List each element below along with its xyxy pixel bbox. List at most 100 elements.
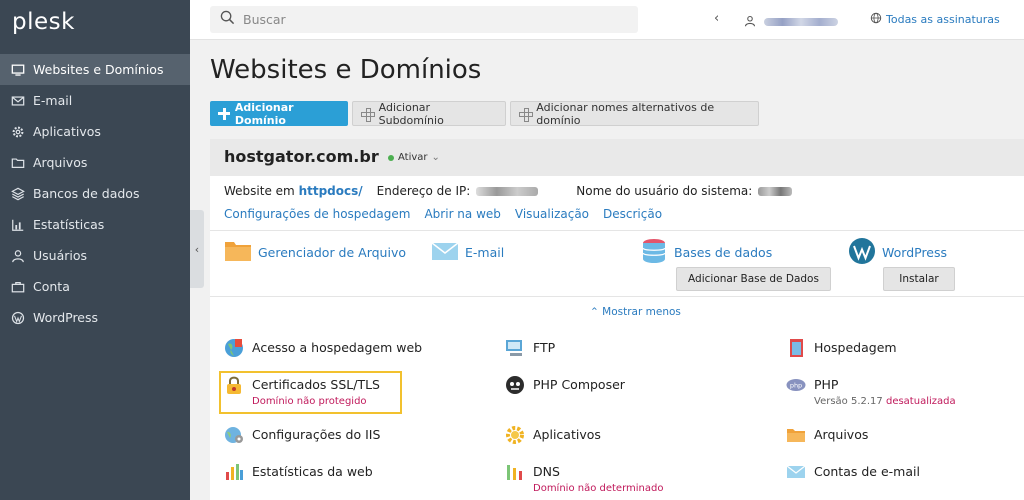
redacted-ip (476, 187, 539, 196)
iis-label: Configurações do IIS (252, 427, 381, 442)
server-icon (786, 338, 814, 362)
iis-item[interactable]: Configurações do IIS (224, 425, 380, 449)
applications-item[interactable]: Aplicativos (505, 425, 601, 449)
add-database-button[interactable]: Adicionar Base de Dados (676, 267, 831, 291)
databases-label: Bases de dados (674, 245, 773, 260)
sidebar-item-account[interactable]: Conta (0, 271, 190, 302)
gear-icon (505, 425, 533, 449)
search-input[interactable] (243, 12, 603, 27)
briefcase-icon (10, 279, 26, 295)
dns-item[interactable]: DNS Domínio não determinado (505, 462, 663, 494)
ftp-label: FTP (533, 340, 556, 355)
hosting-settings-link[interactable]: Configurações de hospedagem (224, 207, 410, 221)
sidebar-item-users[interactable]: Usuários (0, 240, 190, 271)
search-box (210, 6, 638, 33)
domain-header: hostgator.com.br Ativar ⌄ (210, 139, 1024, 176)
database-icon (640, 237, 674, 268)
divider (210, 230, 1024, 231)
add-alias-button[interactable]: Adicionar nomes alternativos de domínio (510, 101, 759, 127)
collapse-sidebar-handle[interactable]: ‹ (190, 210, 204, 288)
php-item[interactable]: php PHP Versão 5.2.17 desatualizada (786, 375, 956, 407)
folder-icon (224, 237, 258, 268)
domain-status-dropdown[interactable]: Ativar ⌄ (388, 152, 440, 163)
plesk-logo[interactable]: plesk (12, 9, 75, 35)
web-stats-label: Estatísticas da web (252, 464, 373, 479)
sidebar-item-statistics[interactable]: Estatísticas (0, 209, 190, 240)
sidebar-item-label: Estatísticas (33, 217, 105, 232)
chevron-down-icon: ⌄ (431, 152, 440, 163)
file-manager-label: Gerenciador de Arquivo (258, 245, 406, 260)
email-label: E-mail (465, 245, 505, 260)
search-icon (220, 10, 235, 29)
user-icon (10, 248, 26, 264)
envelope-icon (786, 462, 814, 486)
add-domain-label: Adicionar Domínio (234, 100, 294, 127)
globe-icon (870, 12, 886, 27)
sidebar-item-label: Arquivos (33, 155, 88, 170)
chevron-up-icon: ⌃ (590, 306, 599, 318)
add-subdomain-button[interactable]: Adicionar Subdomínio (352, 100, 506, 127)
wordpress-icon (848, 237, 882, 268)
sidebar-item-wordpress[interactable]: WordPress (0, 302, 190, 333)
sidebar-item-label: Bancos de dados (33, 186, 140, 201)
mail-accounts-label: Contas de e-mail (814, 464, 920, 479)
show-less-link[interactable]: ⌃ Mostrar menos (590, 306, 681, 318)
sidebar-item-apps[interactable]: Aplicativos (0, 116, 190, 147)
mail-accounts-item[interactable]: Contas de e-mail (786, 462, 920, 486)
ftp-item[interactable]: FTP (505, 338, 555, 362)
domain-info-row: Website em httpdocs/ Endereço de IP: Nom… (224, 184, 793, 198)
web-access-item[interactable]: Acesso a hospedagem web (224, 338, 422, 362)
back-chevron-icon[interactable]: ‹ (714, 11, 719, 26)
plus-icon (361, 107, 375, 122)
dns-status: Domínio não determinado (533, 483, 664, 494)
applications-label: Aplicativos (533, 427, 601, 442)
domain-links: Configurações de hospedagem Abrir na web… (224, 207, 662, 221)
chevron-left-icon: ‹ (194, 242, 200, 256)
website-folder-link[interactable]: httpdocs/ (299, 184, 363, 198)
domain-status-label: Ativar (398, 152, 428, 163)
web-access-label: Acesso a hospedagem web (252, 340, 423, 355)
subscriptions-label: Todas as assinaturas (886, 13, 1000, 26)
description-link[interactable]: Descrição (603, 207, 662, 221)
add-domain-button[interactable]: Adicionar Domínio (210, 100, 348, 127)
sidebar-item-label: WordPress (33, 310, 99, 325)
bar-chart-icon (10, 217, 26, 233)
sidebar-item-files[interactable]: Arquivos (0, 147, 190, 178)
show-less-label: Mostrar menos (602, 306, 681, 318)
sidebar-item-email[interactable]: E-mail (0, 85, 190, 116)
folder-icon (786, 425, 814, 449)
envelope-icon (431, 237, 465, 268)
files-item[interactable]: Arquivos (786, 425, 868, 449)
file-manager-link[interactable]: Gerenciador de Arquivo (224, 237, 406, 268)
page-title: Websites e Domínios (210, 55, 482, 85)
sidebar-item-databases[interactable]: Bancos de dados (0, 178, 190, 209)
web-stats-item[interactable]: Estatísticas da web (224, 462, 373, 486)
email-link[interactable]: E-mail (431, 237, 504, 268)
wordpress-link[interactable]: WordPress (848, 237, 947, 268)
ssl-highlight-box (219, 371, 402, 414)
sysuser-label: Nome do usuário do sistema: (576, 184, 753, 198)
install-button[interactable]: Instalar (883, 267, 955, 291)
sidebar-item-label: E-mail (33, 93, 73, 108)
ftp-icon (505, 338, 533, 362)
envelope-icon (10, 93, 26, 109)
globe-lock-icon (224, 338, 252, 362)
hosting-item[interactable]: Hospedagem (786, 338, 897, 362)
folder-icon (10, 155, 26, 171)
add-subdomain-label: Adicionar Subdomínio (378, 100, 444, 127)
open-in-web-link[interactable]: Abrir na web (424, 207, 500, 221)
dns-icon (505, 462, 533, 486)
plus-icon (519, 107, 534, 122)
plus-icon (218, 107, 230, 120)
domain-name[interactable]: hostgator.com.br (224, 147, 379, 166)
database-icon (10, 186, 26, 202)
preview-link[interactable]: Visualização (515, 207, 589, 221)
user-menu[interactable] (744, 12, 838, 31)
databases-link[interactable]: Bases de dados (640, 237, 772, 268)
files-label: Arquivos (814, 427, 869, 442)
wordpress-icon (10, 310, 26, 326)
subscriptions-link[interactable]: Todas as assinaturas (870, 12, 1000, 27)
sidebar: plesk Websites e Domínios E-mail Aplicat… (0, 0, 190, 500)
php-composer-item[interactable]: PHP Composer (505, 375, 625, 399)
sidebar-item-websites[interactable]: Websites e Domínios (0, 54, 190, 85)
